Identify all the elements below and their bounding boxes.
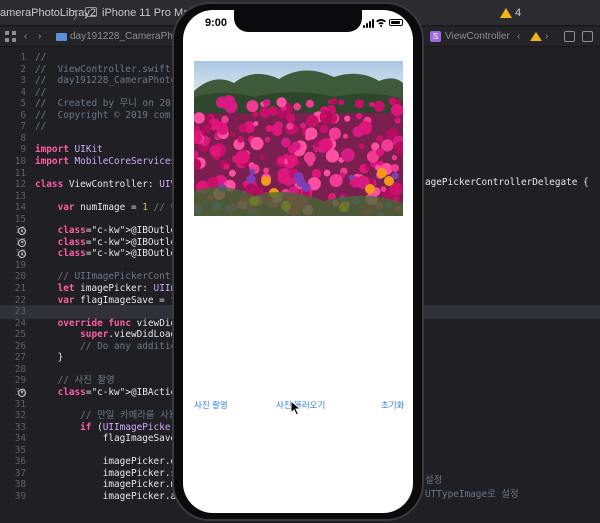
jumpbar-next-issue-icon[interactable]: › <box>545 31 548 42</box>
jumpbar-prev-issue-icon[interactable]: ‹ <box>517 31 520 42</box>
inline-comment-media-type: UTTypeImage로 설정 <box>425 489 519 500</box>
device-icon <box>85 7 97 17</box>
battery-icon <box>389 19 403 26</box>
reset-button[interactable]: 초기화 <box>381 399 404 411</box>
simulator-screen[interactable]: 9:00 사진 촬영 사진 불러오기 초기화 <box>183 10 413 513</box>
chevron-right-icon: 〉 <box>73 10 84 22</box>
jumpbar-warning-icon[interactable] <box>530 32 542 41</box>
back-arrow-icon[interactable]: ‹ <box>24 31 27 42</box>
swift-file-icon: S <box>430 31 441 42</box>
capture-photo-button[interactable]: 사진 촬영 <box>194 399 228 411</box>
outlet-connection-icon[interactable] <box>18 388 26 397</box>
outlet-connection-icon[interactable] <box>18 238 26 247</box>
forward-arrow-icon[interactable]: › <box>38 31 41 42</box>
warning-icon[interactable] <box>500 8 512 18</box>
warning-count: 4 <box>515 7 522 19</box>
line-number[interactable]: 39 <box>0 490 26 504</box>
status-icons <box>363 18 403 28</box>
related-items-icon[interactable] <box>5 31 16 42</box>
editor-options-icon[interactable] <box>564 31 575 42</box>
jumpbar-file[interactable]: ViewController <box>445 31 510 42</box>
code-text: imagePicker.all <box>35 490 188 502</box>
device-notch <box>234 10 362 32</box>
mouse-pointer-icon <box>290 400 302 416</box>
status-time: 9:00 <box>205 17 228 29</box>
add-editor-icon[interactable] <box>582 31 593 42</box>
inline-comment-media-source: 설정 <box>425 475 443 486</box>
folder-icon <box>56 33 67 41</box>
wifi-icon <box>376 19 386 27</box>
class-declaration-tail: agePickerControllerDelegate { <box>425 177 589 188</box>
image-view-photo <box>194 61 403 216</box>
